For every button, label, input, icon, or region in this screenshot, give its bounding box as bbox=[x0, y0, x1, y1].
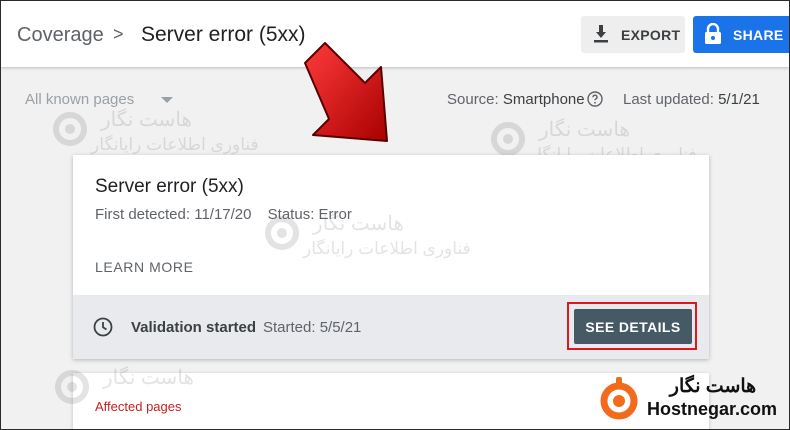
breadcrumb-separator: > bbox=[113, 24, 124, 44]
watermark-line2: فناوری اطلاعات رایانگار bbox=[303, 239, 471, 258]
validation-bar: Validation started Started: 5/5/21 SEE D… bbox=[73, 295, 709, 359]
brand-name-en: Hostnegar.com bbox=[647, 399, 778, 419]
export-label: EXPORT bbox=[621, 27, 681, 43]
watermark-logo-icon bbox=[55, 370, 89, 404]
first-detected-value: 11/17/20 bbox=[194, 206, 252, 223]
help-icon[interactable] bbox=[587, 91, 603, 107]
watermark-logo-icon bbox=[491, 122, 525, 156]
status-value: Error bbox=[318, 206, 352, 223]
updated-value: 5/1/21 bbox=[718, 91, 760, 108]
caret-down-icon bbox=[161, 97, 173, 103]
source-info: Source: Smartphone bbox=[447, 91, 585, 108]
watermark-line1: هاست نگار bbox=[103, 367, 194, 389]
breadcrumb-coverage[interactable]: Coverage bbox=[17, 24, 104, 47]
updated-label: Last updated: bbox=[623, 91, 714, 108]
issue-title: Server error (5xx) bbox=[95, 176, 244, 197]
learn-more-link[interactable]: LEARN MORE bbox=[95, 259, 194, 275]
last-updated: Last updated: 5/1/21 bbox=[623, 91, 760, 108]
first-detected-label: First detected: bbox=[95, 206, 191, 223]
brand-logo: هاست نگار Hostnegar.com bbox=[599, 375, 789, 427]
lock-icon bbox=[705, 23, 721, 44]
hostnegar-logo-icon bbox=[600, 377, 638, 420]
validation-started: Started: 5/5/21 bbox=[263, 319, 362, 336]
pages-filter-value: All known pages bbox=[25, 91, 135, 108]
brand-name-fa: هاست نگار bbox=[669, 376, 757, 397]
page-title: Server error (5xx) bbox=[141, 23, 306, 46]
clock-icon bbox=[93, 317, 113, 337]
status-label: Status: bbox=[267, 206, 315, 223]
watermark-line2: فناوری اطلاعات رایانگار bbox=[91, 135, 259, 154]
download-icon bbox=[594, 25, 608, 43]
source-label: Source: bbox=[447, 91, 499, 108]
affected-pages-label: Affected pages bbox=[95, 399, 182, 414]
watermark-logo-icon bbox=[53, 112, 87, 146]
export-button[interactable]: EXPORT bbox=[581, 16, 685, 53]
see-details-label: SEE DETAILS bbox=[585, 319, 681, 335]
issue-card: Server error (5xx) First detected: 11/17… bbox=[73, 155, 709, 359]
share-button[interactable]: SHARE bbox=[693, 16, 789, 53]
screenshot-frame: Coverage > Server error (5xx) EXPORT SHA… bbox=[0, 0, 790, 430]
pages-filter-select[interactable]: All known pages bbox=[25, 91, 175, 111]
watermark-line1: هاست نگار bbox=[539, 119, 630, 141]
red-arrow-icon bbox=[304, 42, 388, 142]
share-label: SHARE bbox=[733, 27, 784, 43]
source-value: Smartphone bbox=[502, 91, 585, 108]
issue-meta: First detected: 11/17/20 Status: Error bbox=[95, 206, 352, 223]
validation-status: Validation started bbox=[131, 319, 257, 336]
see-details-button[interactable]: SEE DETAILS bbox=[574, 309, 692, 344]
